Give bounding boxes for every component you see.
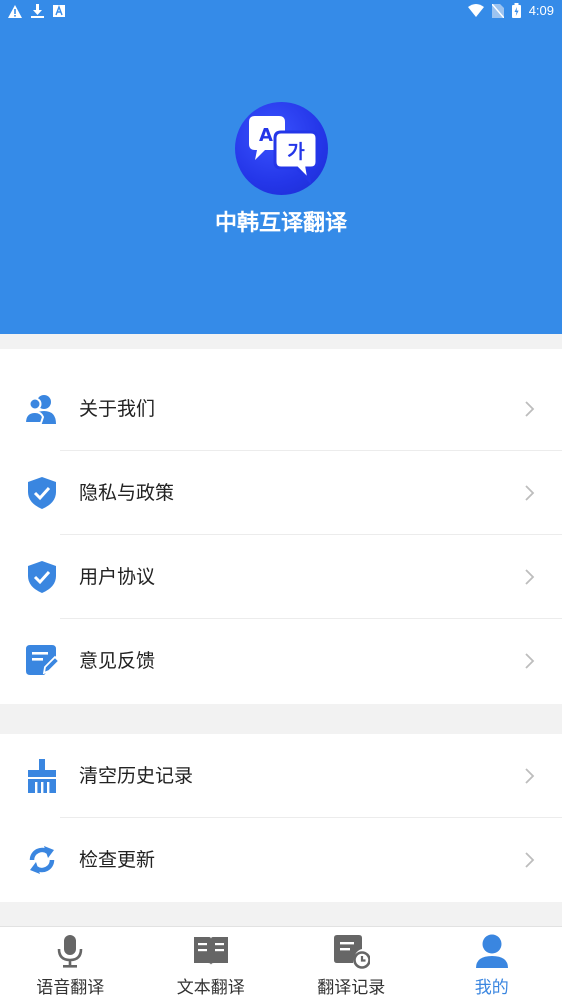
- translate-bubbles-icon: A 가: [235, 102, 328, 195]
- shield-check-icon: [24, 559, 60, 595]
- menu-label-about-us: 关于我们: [79, 367, 155, 451]
- menu-card-tools: 清空历史记录 检查更新: [0, 734, 562, 902]
- menu-label-privacy-policy: 隐私与政策: [79, 451, 174, 535]
- shield-check-icon: [24, 475, 60, 511]
- chevron-right-icon: [522, 485, 536, 501]
- menu-item-about-us[interactable]: 关于我们: [0, 367, 562, 451]
- status-bar: 4:09: [0, 0, 562, 24]
- chevron-right-icon: [522, 401, 536, 417]
- tab-voice-translate[interactable]: 语音翻译: [0, 927, 141, 1000]
- chevron-right-icon: [522, 653, 536, 669]
- warning-icon: [8, 5, 22, 18]
- wifi-icon: [468, 4, 484, 17]
- chevron-right-icon: [522, 768, 536, 784]
- font-a-icon: [53, 5, 65, 17]
- menu-item-feedback[interactable]: 意见反馈: [0, 619, 562, 703]
- user-icon: [473, 933, 511, 969]
- status-system: 4:09: [468, 3, 554, 18]
- status-notifications: [8, 4, 65, 18]
- profile-header: 4:09 A 가 中韩互译翻译: [0, 0, 562, 334]
- tab-label-translation-history: 翻译记录: [281, 973, 422, 998]
- refresh-icon: [24, 842, 60, 878]
- tab-label-mine: 我的: [422, 973, 562, 998]
- menu-item-check-update[interactable]: 检查更新: [0, 818, 562, 902]
- microphone-icon: [51, 933, 89, 969]
- app-title: 中韩互译翻译: [0, 205, 562, 237]
- tab-label-text-translate: 文本翻译: [141, 973, 282, 998]
- menu-label-clear-history: 清空历史记录: [79, 734, 193, 818]
- menu-label-check-update: 检查更新: [79, 818, 155, 902]
- book-icon: [192, 933, 230, 969]
- menu-label-user-agreement: 用户协议: [79, 535, 155, 619]
- chevron-right-icon: [522, 852, 536, 868]
- battery-icon: [512, 3, 521, 18]
- chevron-right-icon: [522, 569, 536, 585]
- tab-mine[interactable]: 我的: [422, 927, 562, 1000]
- no-sim-icon: [492, 4, 504, 18]
- logo-letter-ga: 가: [287, 141, 305, 163]
- app-logo: A 가: [235, 102, 328, 195]
- menu-label-feedback: 意见反馈: [79, 619, 155, 703]
- status-time: 4:09: [529, 3, 554, 18]
- bottom-tab-bar: 语音翻译 文本翻译 翻译记录 我的: [0, 926, 562, 1000]
- menu-item-user-agreement[interactable]: 用户协议: [0, 535, 562, 619]
- logo-letter-a: A: [259, 125, 273, 146]
- tab-translation-history[interactable]: 翻译记录: [281, 927, 422, 1000]
- history-doc-icon: [332, 933, 370, 969]
- users-icon: [24, 391, 60, 427]
- menu-item-privacy-policy[interactable]: 隐私与政策: [0, 451, 562, 535]
- download-icon: [31, 4, 44, 18]
- tab-label-voice-translate: 语音翻译: [0, 973, 141, 998]
- menu-card-main: 关于我们 隐私与政策 用户协议 意见反馈: [0, 349, 562, 704]
- menu-item-clear-history[interactable]: 清空历史记录: [0, 734, 562, 818]
- broom-icon: [24, 758, 60, 794]
- feedback-edit-icon: [24, 643, 60, 679]
- tab-text-translate[interactable]: 文本翻译: [141, 927, 282, 1000]
